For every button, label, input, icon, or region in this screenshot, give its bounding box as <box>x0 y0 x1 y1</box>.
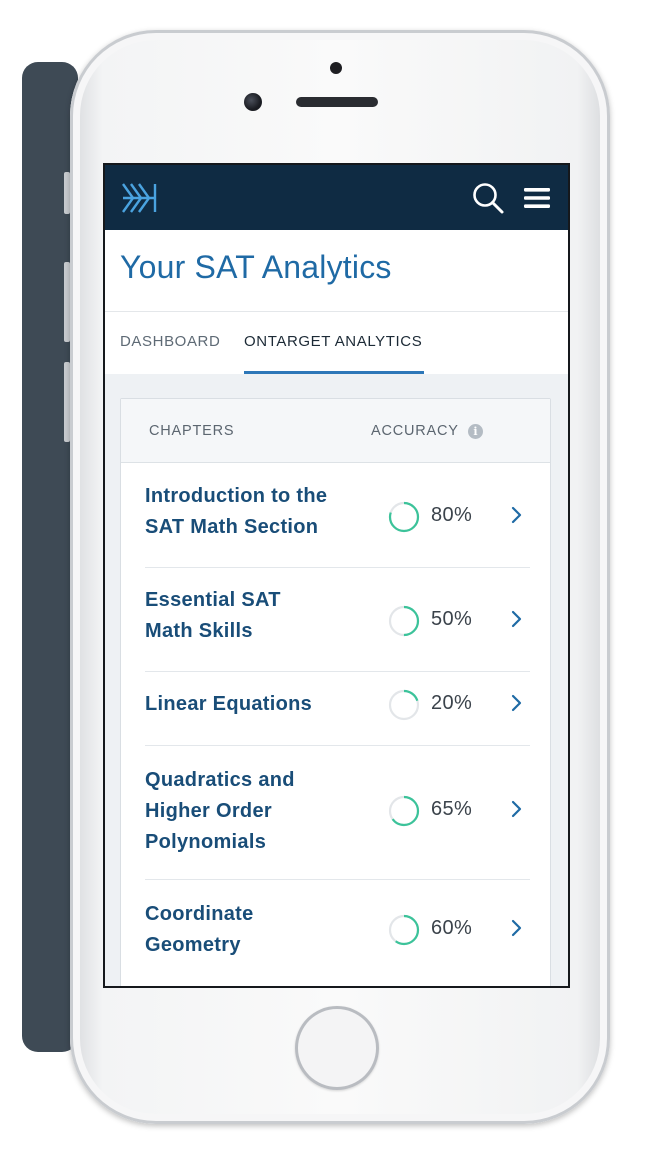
column-header-chapters: CHAPTERS <box>149 423 235 439</box>
chapter-row-coordinate-geometry[interactable]: Coordinate Geometry 60% <box>145 899 530 969</box>
chevron-right-icon[interactable] <box>509 919 523 937</box>
chevron-right-icon[interactable] <box>509 800 523 818</box>
chapter-title: Essential SAT Math Skills <box>145 585 281 647</box>
chevron-right-icon[interactable] <box>509 694 523 712</box>
accuracy-ring-icon <box>388 501 420 533</box>
accuracy-value: 80% <box>431 504 473 526</box>
row-divider <box>145 879 530 880</box>
chapter-title-line: Math Skills <box>145 620 253 642</box>
chapter-title-line: Essential SAT <box>145 589 281 611</box>
row-divider <box>145 567 530 568</box>
hamburger-menu-icon[interactable] <box>523 185 551 211</box>
chapter-title-line: SAT Math Section <box>145 516 319 538</box>
chapter-title: Quadratics and Higher Order Polynomials <box>145 765 295 858</box>
chapter-row-essential-skills[interactable]: Essential SAT Math Skills 50% <box>145 585 530 669</box>
front-camera <box>244 93 262 111</box>
proximity-sensor <box>330 62 342 74</box>
row-divider <box>145 671 530 672</box>
tab-ontarget-analytics[interactable]: ONTARGET ANALYTICS <box>244 333 422 350</box>
chapter-title: Coordinate Geometry <box>145 899 254 961</box>
column-header-accuracy: ACCURACY <box>371 423 459 439</box>
chapter-row-quadratics[interactable]: Quadratics and Higher Order Polynomials … <box>145 765 530 865</box>
table-header: CHAPTERS ACCURACY i <box>121 399 550 463</box>
chapter-title: Introduction to the SAT Math Section <box>145 481 327 543</box>
chapter-title-line: Higher Order <box>145 800 272 822</box>
chapters-table: CHAPTERS ACCURACY i Introduction to the … <box>120 398 551 988</box>
accuracy-value: 65% <box>431 798 473 820</box>
chapter-title: Linear Equations <box>145 689 312 720</box>
search-icon[interactable] <box>471 181 505 215</box>
chevron-right-icon[interactable] <box>509 506 523 524</box>
accuracy-value: 60% <box>431 917 473 939</box>
row-divider <box>145 987 530 988</box>
home-button[interactable] <box>295 1006 379 1090</box>
chapter-title-line: Geometry <box>145 934 241 956</box>
tab-dashboard[interactable]: DASHBOARD <box>120 333 220 350</box>
chapter-title-line: Quadratics and <box>145 769 295 791</box>
page-title: Your SAT Analytics <box>120 249 392 285</box>
chapter-row-linear-equations[interactable]: Linear Equations 20% <box>145 689 530 729</box>
info-icon[interactable]: i <box>468 424 483 439</box>
accuracy-ring-icon <box>388 689 420 721</box>
chapter-title-line: Polynomials <box>145 831 267 853</box>
accuracy-ring-icon <box>388 795 420 827</box>
earpiece-speaker <box>296 97 378 107</box>
chapter-title-line: Coordinate <box>145 903 254 925</box>
accuracy-ring-icon <box>388 914 420 946</box>
top-navigation-bar <box>105 165 568 230</box>
app-screen: Your SAT Analytics DASHBOARD ONTARGET AN… <box>103 163 570 988</box>
chevron-right-icon[interactable] <box>509 610 523 628</box>
chapter-row-introduction[interactable]: Introduction to the SAT Math Section 80% <box>145 481 530 565</box>
chapter-title-line: Introduction to the <box>145 485 328 507</box>
kaplan-arrow-logo-icon[interactable] <box>121 181 163 215</box>
chapter-title-line: Linear Equations <box>145 693 313 715</box>
accuracy-value: 50% <box>431 608 473 630</box>
header-divider <box>105 311 568 312</box>
row-divider <box>145 745 530 746</box>
accuracy-value: 20% <box>431 692 473 714</box>
accuracy-ring-icon <box>388 605 420 637</box>
